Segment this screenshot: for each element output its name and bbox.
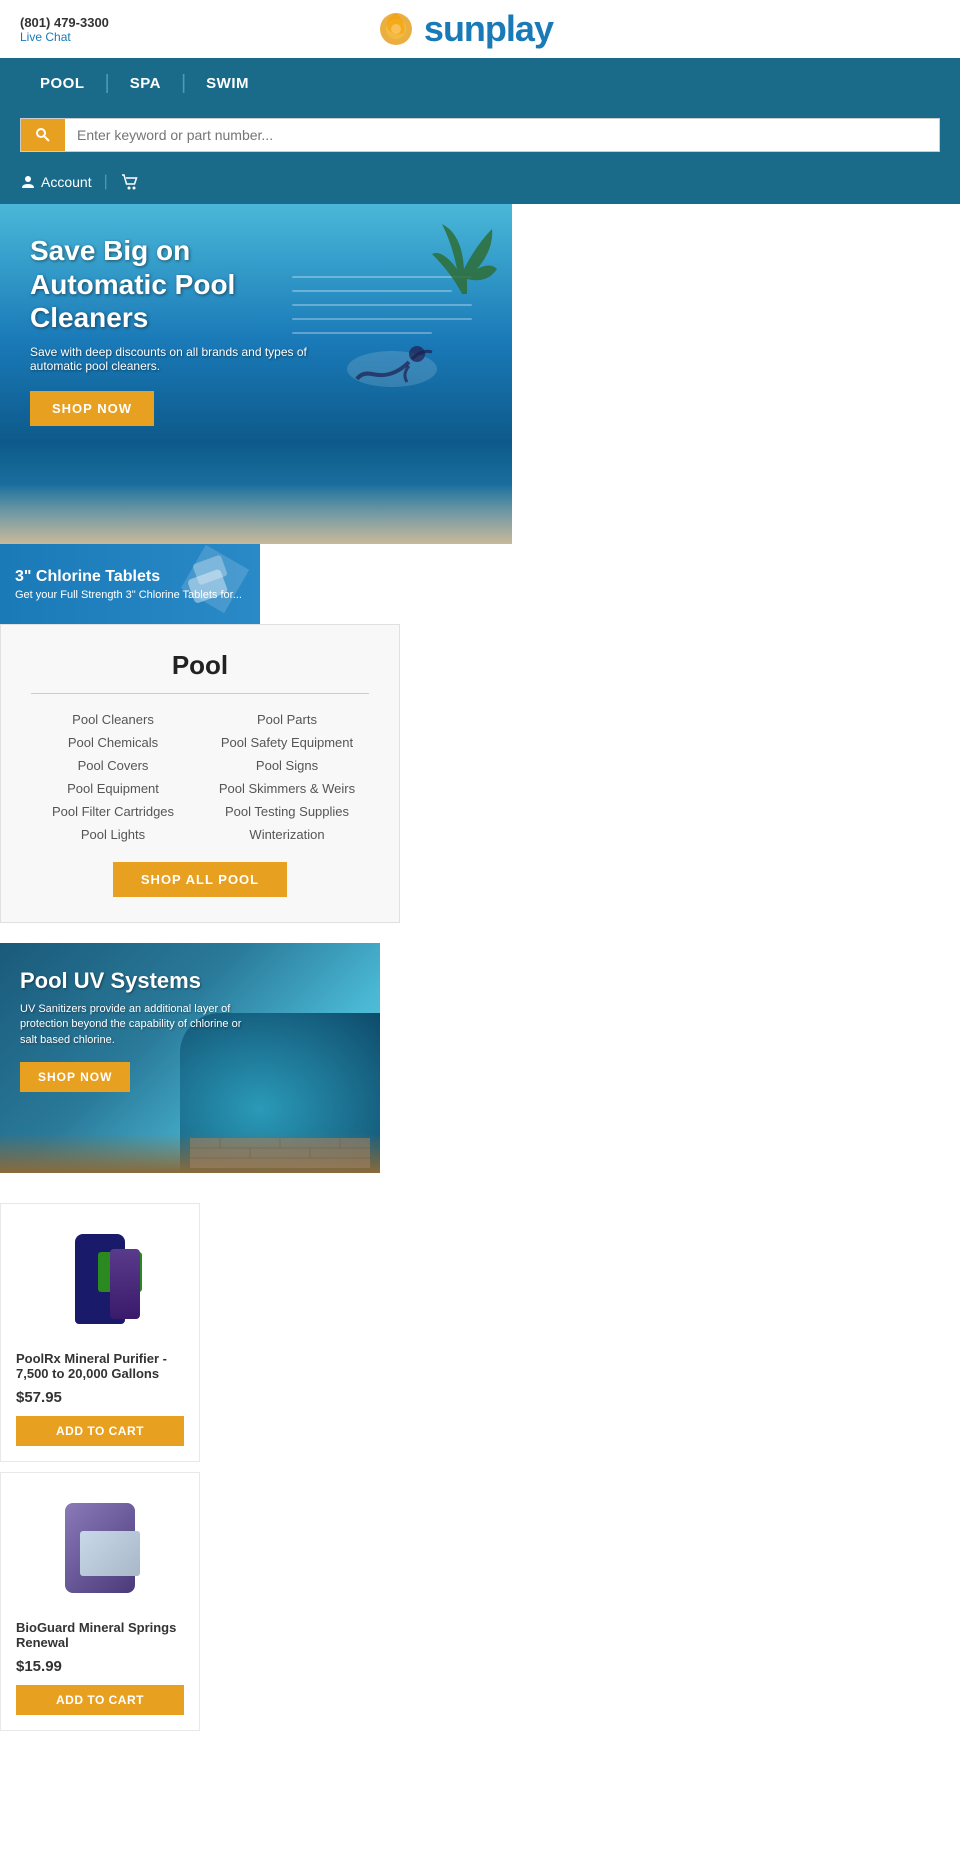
product-image-area [40,1488,160,1608]
swimmer-icon [332,324,452,404]
uv-banner: Pool UV Systems UV Sanitizers provide an… [0,943,380,1173]
search-inner [20,118,940,152]
pool-category-link[interactable]: Pool Signs [205,756,369,775]
search-icon [35,127,51,143]
pool-category-link[interactable]: Pool Cleaners [31,710,195,729]
nav-spa[interactable]: SPA [110,75,181,92]
poolrx-cylinder [110,1249,140,1319]
top-bar: (801) 479-3300 Live Chat sunplay [0,0,960,58]
nav-swim[interactable]: SWIM [186,75,269,92]
product-card: PoolRx PoolRx Mineral Purifier - 7,500 t… [0,1203,200,1462]
search-input[interactable] [65,119,939,151]
gap-1 [0,923,960,943]
uv-subtitle: UV Sanitizers provide an additional laye… [20,1002,260,1048]
hero-banner: Save Big on Automatic Pool Cleaners Save… [0,204,512,544]
pool-category-link[interactable]: Pool Testing Supplies [205,802,369,821]
shop-all-pool-button[interactable]: SHOP ALL POOL [113,862,287,897]
account-link[interactable]: Account [20,174,92,190]
product-name: BioGuard Mineral Springs Renewal [16,1620,184,1650]
pool-category-link[interactable]: Pool Covers [31,756,195,775]
chlorine-banner: 3" Chlorine Tablets Get your Full Streng… [0,544,260,624]
account-bar: Account | [0,166,960,204]
hero-content: Save Big on Automatic Pool Cleaners Save… [30,234,330,426]
uv-shop-now-button[interactable]: SHOP NOW [20,1062,130,1092]
pool-category-link[interactable]: Pool Skimmers & Weirs [205,779,369,798]
products-container: PoolRx PoolRx Mineral Purifier - 7,500 t… [0,1203,960,1731]
cart-link[interactable] [120,172,140,192]
search-bar [0,108,960,166]
contact-info: (801) 479-3300 Live Chat [20,15,109,44]
swimmer-area [332,324,452,409]
uv-title: Pool UV Systems [20,968,260,994]
bioguard-bag [65,1503,135,1593]
hero-title: Save Big on Automatic Pool Cleaners [30,234,330,335]
pool-section-title: Pool [31,650,369,681]
hero-shop-now-button[interactable]: SHOP NOW [30,391,154,426]
main-nav: POOL | SPA | SWIM [0,58,960,108]
logo-icon [376,9,416,49]
uv-content: Pool UV Systems UV Sanitizers provide an… [20,968,260,1092]
person-icon [20,174,36,190]
nav-pool[interactable]: POOL [20,75,105,92]
hero-subtitle: Save with deep discounts on all brands a… [30,345,330,373]
pool-links-grid: Pool Cleaners Pool Parts Pool Chemicals Poo… [31,710,369,844]
pool-section-divider [31,693,369,694]
pool-category-link[interactable]: Pool Equipment [31,779,195,798]
poolrx-image: PoolRx [55,1224,145,1334]
pool-category-link[interactable]: Pool Parts [205,710,369,729]
cart-icon [120,172,140,192]
product-image-area: PoolRx [40,1219,160,1339]
bioguard-label [80,1531,140,1576]
pool-category-link[interactable]: Pool Safety Equipment [205,733,369,752]
logo-area[interactable]: sunplay [109,8,820,50]
pool-category-link[interactable]: Pool Chemicals [31,733,195,752]
gap-2 [0,1173,960,1193]
add-to-cart-button[interactable]: ADD TO CART [16,1416,184,1446]
product-price: $57.95 [16,1389,184,1406]
account-label: Account [41,174,92,190]
uv-patio [190,1138,370,1168]
product-price: $15.99 [16,1658,184,1675]
chlorine-tablet-icon [185,554,245,609]
logo-text: sunplay [424,8,553,50]
pool-category-section: Pool Pool Cleaners Pool Parts Pool Chemica… [0,624,400,923]
pool-deck [0,484,512,544]
live-chat-link[interactable]: Live Chat [20,30,109,44]
product-name: PoolRx Mineral Purifier - 7,500 to 20,00… [16,1351,184,1381]
patio-icon [190,1138,370,1168]
product-card: BioGuard Mineral Springs Renewal $15.99 … [0,1472,200,1731]
plant-decoration [422,214,502,319]
bioguard-image [55,1493,145,1603]
pool-category-link[interactable]: Winterization [205,825,369,844]
pool-category-link[interactable]: Pool Filter Cartridges [31,802,195,821]
pool-category-link[interactable]: Pool Lights [31,825,195,844]
plant-icon [422,214,502,314]
search-button[interactable] [21,119,65,151]
phone-number: (801) 479-3300 [20,15,109,30]
add-to-cart-button[interactable]: ADD TO CART [16,1685,184,1715]
account-cart-divider: | [104,173,108,191]
